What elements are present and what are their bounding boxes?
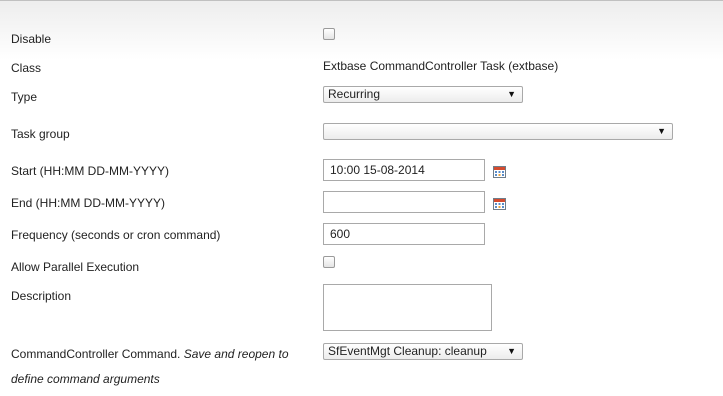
description-textarea[interactable] bbox=[323, 284, 492, 331]
disable-checkbox[interactable] bbox=[323, 28, 335, 40]
command-hint: define command arguments bbox=[11, 372, 160, 386]
command-selected-value: SfEventMgt Cleanup: cleanup bbox=[328, 344, 487, 358]
start-input[interactable]: 10:00 15-08-2014 bbox=[323, 159, 485, 181]
command-label: CommandController Command. Save and reop… bbox=[11, 347, 289, 361]
disable-label: Disable bbox=[11, 32, 52, 46]
end-label: End (HH:MM DD-MM-YYYY) bbox=[11, 196, 166, 210]
chevron-down-icon: ▼ bbox=[507, 89, 516, 99]
top-border bbox=[0, 0, 723, 1]
command-hint-line1: Save and reopen to bbox=[183, 347, 289, 361]
command-select[interactable]: SfEventMgt Cleanup: cleanup ▼ bbox=[323, 343, 523, 360]
frequency-label: Frequency (seconds or cron command) bbox=[11, 228, 221, 242]
calendar-icon[interactable] bbox=[493, 166, 506, 178]
task-group-label: Task group bbox=[11, 127, 70, 141]
description-label: Description bbox=[11, 289, 72, 303]
type-select[interactable]: Recurring ▼ bbox=[323, 86, 523, 103]
chevron-down-icon: ▼ bbox=[657, 126, 666, 136]
calendar-icon[interactable] bbox=[493, 198, 506, 210]
end-input[interactable] bbox=[323, 191, 485, 213]
chevron-down-icon: ▼ bbox=[507, 346, 516, 356]
command-hint-line2: define command arguments bbox=[11, 372, 160, 386]
type-selected-value: Recurring bbox=[328, 87, 381, 101]
command-label-text: CommandController Command. bbox=[11, 347, 181, 361]
parallel-label: Allow Parallel Execution bbox=[11, 260, 140, 274]
task-group-select[interactable]: ▼ bbox=[323, 123, 673, 140]
parallel-checkbox[interactable] bbox=[323, 256, 335, 268]
type-label: Type bbox=[11, 90, 38, 104]
class-label: Class bbox=[11, 61, 42, 75]
start-label: Start (HH:MM DD-MM-YYYY) bbox=[11, 164, 169, 178]
frequency-input[interactable]: 600 bbox=[323, 223, 485, 245]
class-value: Extbase CommandController Task (extbase) bbox=[323, 59, 559, 73]
